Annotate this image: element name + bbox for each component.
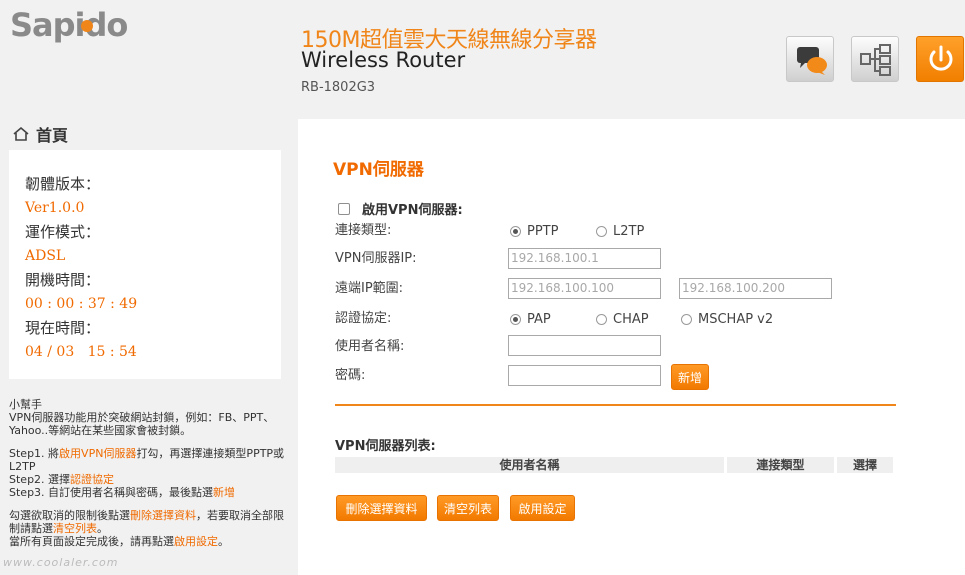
sapido-logo: Sapido [10, 6, 128, 44]
list-header: 使用者名稱 連接類型 選擇 [335, 457, 896, 473]
apply-settings-button[interactable]: 啟用設定 [510, 495, 575, 521]
enable-row: 啟用VPN伺服器: [338, 199, 463, 218]
radio-dot [510, 313, 521, 325]
svg-text:Sapido: Sapido [10, 6, 127, 44]
col-username: 使用者名稱 [335, 457, 724, 473]
radio-pptp[interactable]: PPTP [510, 220, 558, 242]
remote-end-input[interactable]: 192.168.100.200 [679, 278, 832, 299]
help-intro: VPN伺服器功能用於突破網站封鎖，例如：FB、PPT、Yahoo..等網站在某些… [9, 411, 275, 437]
remote-range-label: 遠端IP範圍: [335, 281, 404, 296]
help-step2: Step2. 選擇認證協定 [9, 473, 115, 486]
mode-label: 運作模式： [25, 223, 101, 241]
time-value: 04 / 03 15 : 54 [25, 344, 137, 360]
username-input[interactable] [508, 335, 661, 356]
password-label: 密碼: [335, 368, 366, 383]
conn-type-label: 連接類型: [335, 223, 392, 238]
radio-dot [510, 225, 521, 237]
watermark: www.coolaler.com [3, 556, 119, 569]
radio-chap[interactable]: CHAP [596, 308, 649, 330]
col-select: 選擇 [837, 457, 893, 473]
mode-value: ADSL [25, 248, 66, 264]
add-button[interactable]: 新增 [671, 364, 709, 390]
firmware-value: Ver1.0.0 [25, 200, 85, 216]
server-ip-label: VPN伺服器IP: [335, 251, 417, 266]
home-icon [13, 126, 29, 141]
status-box: 韌體版本： Ver1.0.0 運作模式： ADSL 開機時間： 00 : 00 … [9, 150, 281, 379]
password-input[interactable] [508, 365, 661, 386]
help-link-enable: 啟用VPN伺服器 [59, 447, 137, 460]
help-step1: Step1. 將啟用VPN伺服器打勾，再選擇連接類型PPTP或L2TP [9, 447, 285, 473]
network-icon [860, 44, 891, 76]
home-label: 首頁 [36, 126, 69, 145]
product-subtitle: Wireless Router [301, 48, 466, 72]
help-link-auth: 認證協定 [70, 473, 115, 486]
help-note2: 當所有頁面設定完成後，請再點選啟用設定。 [9, 535, 229, 548]
username-label: 使用者名稱: [335, 339, 405, 354]
remote-start-input[interactable]: 192.168.100.100 [508, 278, 661, 299]
product-model: RB-1802G3 [301, 80, 376, 95]
network-button[interactable] [851, 36, 899, 82]
col-conn-type: 連接類型 [727, 457, 834, 473]
vpn-panel: VPN伺服器 啟用VPN伺服器: 連接類型: PPTP L2TP VPN伺服器I… [298, 119, 965, 575]
power-icon [929, 45, 953, 71]
help-link-add: 新增 [213, 486, 236, 499]
server-ip-input[interactable]: 192.168.100.1 [508, 248, 661, 269]
time-label: 現在時間： [25, 319, 101, 337]
page-title: VPN伺服器 [333, 160, 424, 180]
radio-pap[interactable]: PAP [510, 308, 551, 330]
radio-dot [596, 225, 607, 237]
radio-l2tp[interactable]: L2TP [596, 220, 644, 242]
help-note1: 勾選欲取消的限制後點選刪除選擇資料，若要取消全部限制請點選清空列表。 [9, 509, 284, 535]
auth-label: 認證協定: [335, 311, 392, 326]
divider [335, 404, 896, 406]
home-link[interactable]: 首頁 [12, 122, 68, 146]
radio-dot [681, 313, 692, 325]
firmware-label: 韌體版本： [25, 175, 101, 193]
enable-vpn-label: 啟用VPN伺服器: [362, 203, 463, 218]
power-button[interactable] [916, 36, 964, 82]
chat-icon [797, 47, 827, 75]
radio-dot [596, 313, 607, 325]
help-panel: 小幫手 VPN伺服器功能用於突破網站封鎖，例如：FB、PPT、Yahoo..等網… [9, 398, 291, 548]
enable-vpn-checkbox[interactable] [338, 202, 350, 215]
list-title: VPN伺服器列表: [335, 439, 436, 454]
uptime-value: 00 : 00 : 37 : 49 [25, 296, 138, 312]
uptime-label: 開機時間： [25, 271, 101, 289]
help-step3: Step3. 自訂使用者名稱與密碼，最後點選新增 [9, 486, 236, 499]
clear-list-button[interactable]: 清空列表 [437, 495, 499, 521]
chat-button[interactable] [786, 36, 834, 82]
help-title: 小幫手 [9, 398, 42, 411]
radio-mschap[interactable]: MSCHAP v2 [681, 308, 773, 330]
delete-selected-button[interactable]: 刪除選擇資料 [336, 495, 427, 521]
